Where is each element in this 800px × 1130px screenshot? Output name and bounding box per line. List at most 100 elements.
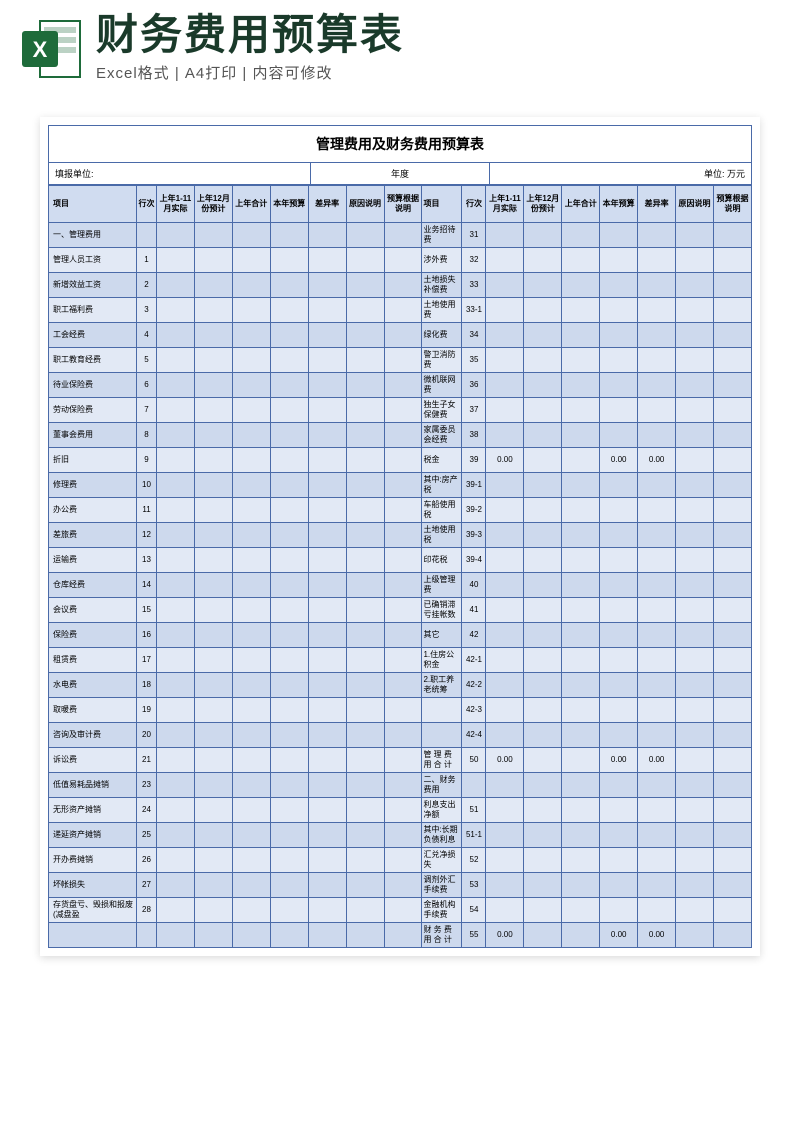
cell [562, 248, 600, 273]
cell [713, 448, 751, 473]
cell [600, 598, 638, 623]
cell [232, 748, 270, 773]
cell [157, 723, 195, 748]
cell: 低值易耗品摊销 [49, 773, 137, 798]
cell [232, 798, 270, 823]
cell [232, 273, 270, 298]
cell [270, 848, 308, 873]
cell [194, 473, 232, 498]
cell [232, 623, 270, 648]
cell [562, 273, 600, 298]
cell [270, 923, 308, 948]
cell [713, 498, 751, 523]
cell [562, 723, 600, 748]
table-row: 差旅费12土地使用税39-3 [49, 523, 752, 548]
cell [676, 873, 714, 898]
cell [270, 798, 308, 823]
cell [270, 423, 308, 448]
cell [346, 298, 384, 323]
cell [422, 698, 462, 723]
cell: 无形资产摊销 [49, 798, 137, 823]
cell: 19 [137, 698, 157, 723]
cell [562, 823, 600, 848]
cell [384, 723, 422, 748]
col-header: 原因说明 [676, 186, 714, 223]
table-row: 劳动保险费7独生子女保健费37 [49, 398, 752, 423]
cell: 0.00 [486, 748, 524, 773]
cell [600, 648, 638, 673]
cell [308, 673, 346, 698]
cell [562, 473, 600, 498]
cell: 1.住房公积金 [422, 648, 462, 673]
cell [524, 798, 562, 823]
cell [713, 298, 751, 323]
cell [524, 273, 562, 298]
cell: 已确销滞亏挂帐数 [422, 598, 462, 623]
cell [308, 598, 346, 623]
cell: 新增效益工资 [49, 273, 137, 298]
cell: 38 [462, 423, 486, 448]
cell: 33-1 [462, 298, 486, 323]
cell: 35 [462, 348, 486, 373]
cell: 25 [137, 823, 157, 848]
table-row: 坏帐损失27调剂外汇手续费53 [49, 873, 752, 898]
cell [270, 498, 308, 523]
cell [157, 223, 195, 248]
cell [270, 748, 308, 773]
cell: 利息支出净额 [422, 798, 462, 823]
cell [270, 248, 308, 273]
cell [676, 223, 714, 248]
cell [194, 923, 232, 948]
cell [486, 623, 524, 648]
cell [486, 548, 524, 573]
cell [638, 273, 676, 298]
cell [676, 648, 714, 673]
cell [486, 648, 524, 673]
cell [232, 598, 270, 623]
cell: 14 [137, 573, 157, 598]
table-row: 工会经费4绿化费34 [49, 323, 752, 348]
cell [194, 423, 232, 448]
cell [384, 373, 422, 398]
cell [270, 698, 308, 723]
cell [232, 398, 270, 423]
cell [562, 773, 600, 798]
cell [270, 473, 308, 498]
table-row: 运输费13印花税39-4 [49, 548, 752, 573]
cell: 54 [462, 898, 486, 923]
cell [346, 698, 384, 723]
cell [713, 548, 751, 573]
cell [676, 898, 714, 923]
table-row: 一、管理费用业务招待费31 [49, 223, 752, 248]
cell [346, 273, 384, 298]
cell [270, 623, 308, 648]
cell [157, 348, 195, 373]
table-row: 无形资产摊销24利息支出净额51 [49, 798, 752, 823]
table-row: 财 务 费 用 合 计550.000.000.00 [49, 923, 752, 948]
cell [562, 398, 600, 423]
excel-icon: X [20, 17, 84, 81]
cell [486, 823, 524, 848]
cell [137, 223, 157, 248]
cell [422, 723, 462, 748]
table-row: 租赁费171.住房公积金42-1 [49, 648, 752, 673]
cell [676, 398, 714, 423]
cell: 6 [137, 373, 157, 398]
cell [713, 323, 751, 348]
table-row: 待业保险费6微机联网费36 [49, 373, 752, 398]
cell [562, 323, 600, 348]
cell [600, 723, 638, 748]
cell: 2 [137, 273, 157, 298]
cell: 警卫消防费 [422, 348, 462, 373]
cell [600, 373, 638, 398]
cell: 土地使用费 [422, 298, 462, 323]
cell [308, 248, 346, 273]
cell [270, 773, 308, 798]
cell [676, 798, 714, 823]
cell: 折旧 [49, 448, 137, 473]
cell [194, 323, 232, 348]
cell [346, 823, 384, 848]
cell [486, 798, 524, 823]
cell [384, 348, 422, 373]
cell [308, 848, 346, 873]
